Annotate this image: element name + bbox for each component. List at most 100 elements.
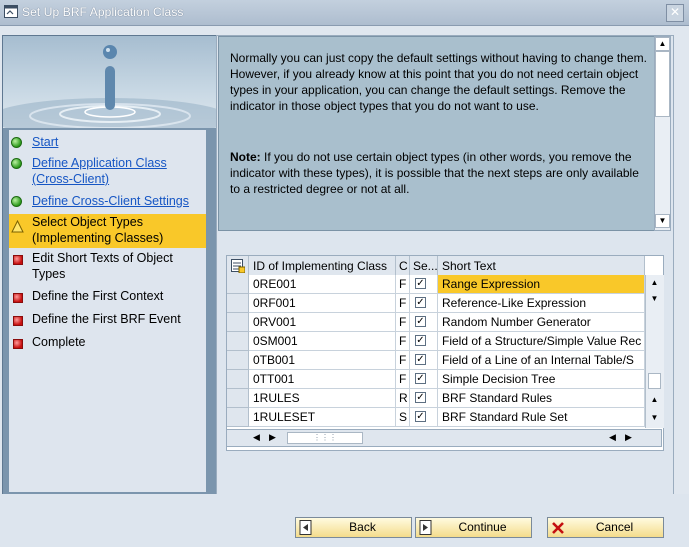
- checkbox[interactable]: ✓: [415, 373, 426, 384]
- step-define-first-brf-event[interactable]: Define the First BRF Event: [9, 311, 206, 329]
- table-row[interactable]: 0SM001 F ✓ Field of a Structure/Simple V…: [227, 332, 645, 351]
- cell-short-text: Simple Decision Tree: [438, 370, 645, 389]
- checkbox[interactable]: ✓: [415, 297, 426, 308]
- scroll-down-button[interactable]: ▼: [655, 214, 670, 228]
- scroll-up-button[interactable]: ▲: [655, 37, 670, 51]
- scroll-up-button[interactable]: ▲: [647, 277, 662, 291]
- title-bar: Set Up BRF Application Class ✕: [0, 0, 689, 26]
- cell-se: ✓: [410, 313, 438, 332]
- info-note: Note: If you do not use certain object t…: [230, 149, 650, 197]
- scroll-down-button[interactable]: ▼: [647, 293, 662, 307]
- step-label: Define the First Context: [32, 289, 164, 303]
- checkbox[interactable]: ✓: [415, 392, 426, 403]
- window-title: Set Up BRF Application Class: [22, 5, 184, 19]
- back-icon: [299, 520, 312, 535]
- arrow-down-icon: ▼: [650, 413, 659, 422]
- cell-c: F: [396, 294, 410, 313]
- table-vscrollbar[interactable]: ▲ ▼ ▲ ▼: [645, 275, 664, 428]
- table-row[interactable]: 0TB001 F ✓ Field of a Line of an Interna…: [227, 351, 645, 370]
- step-label: Define Cross-Client Settings: [32, 194, 190, 208]
- col-header-c[interactable]: C: [396, 256, 410, 276]
- step-label: Define Application Class (Cross-Client): [32, 156, 167, 186]
- arrow-left-icon[interactable]: ◀: [253, 432, 260, 443]
- table-row[interactable]: 0RE001 F ✓ Range Expression: [227, 275, 645, 294]
- step-done-icon: [11, 158, 24, 171]
- back-button[interactable]: Back: [295, 517, 412, 538]
- arrow-right-icon[interactable]: ▶: [625, 432, 632, 443]
- object-types-table: ID of Implementing Class C Se... Short T…: [226, 255, 664, 451]
- table-row[interactable]: 1RULESET S ✓ BRF Standard Rule Set: [227, 408, 645, 427]
- back-label: Back: [349, 520, 376, 534]
- step-todo-icon: [11, 314, 24, 327]
- cell-id: 1RULESET: [249, 408, 396, 427]
- continue-label: Continue: [458, 520, 507, 534]
- scroll-thumb[interactable]: ⋮⋮⋮: [287, 432, 363, 444]
- cell-se: ✓: [410, 408, 438, 427]
- cell-se: ✓: [410, 294, 438, 313]
- step-done-icon: [11, 137, 24, 150]
- arrow-right-icon[interactable]: ▶: [269, 432, 276, 443]
- cell-se: ✓: [410, 332, 438, 351]
- row-selector[interactable]: [227, 351, 249, 370]
- roadmap-steps: Start Define Application Class (Cross-Cl…: [9, 130, 206, 492]
- col-header-se[interactable]: Se...: [410, 256, 438, 276]
- cancel-label: Cancel: [595, 520, 634, 534]
- cell-short-text: Field of a Structure/Simple Value Rec: [438, 332, 645, 351]
- arrow-up-icon: ▲: [650, 278, 659, 287]
- cell-short-text: Range Expression: [438, 275, 645, 294]
- row-selector[interactable]: [227, 313, 249, 332]
- cell-short-text: BRF Standard Rule Set: [438, 408, 645, 427]
- cell-id: 0TT001: [249, 370, 396, 389]
- step-select-object-types[interactable]: Select Object Types (Implementing Classe…: [9, 214, 206, 248]
- col-header-short-text[interactable]: Short Text: [438, 256, 645, 276]
- step-edit-short-texts[interactable]: Edit Short Texts of Object Types: [9, 250, 206, 284]
- select-all-button[interactable]: [227, 256, 249, 276]
- scroll-down-button[interactable]: ▼: [647, 412, 662, 426]
- step-complete[interactable]: Complete: [9, 334, 206, 352]
- row-selector[interactable]: [227, 332, 249, 351]
- continue-icon: [419, 520, 432, 535]
- row-selector[interactable]: [227, 408, 249, 427]
- arrow-left-icon[interactable]: ◀: [609, 432, 616, 443]
- step-todo-icon: [11, 291, 24, 304]
- checkbox[interactable]: ✓: [415, 354, 426, 365]
- scroll-up-button[interactable]: ▲: [647, 394, 662, 408]
- step-define-cross-client-settings[interactable]: Define Cross-Client Settings: [9, 193, 206, 211]
- row-selector[interactable]: [227, 370, 249, 389]
- scroll-thumb[interactable]: [648, 373, 661, 389]
- step-start[interactable]: Start: [9, 134, 206, 152]
- scroll-thumb[interactable]: [655, 51, 670, 117]
- table-row[interactable]: 0RF001 F ✓ Reference-Like Expression: [227, 294, 645, 313]
- row-selector[interactable]: [227, 275, 249, 294]
- roadmap-panel: Start Define Application Class (Cross-Cl…: [2, 35, 217, 495]
- info-scrollbar[interactable]: ▲ ▼: [654, 36, 671, 231]
- table-hscrollbar[interactable]: ◀ ▶ ⋮⋮⋮ ◀ ▶: [226, 429, 662, 447]
- cell-short-text: Random Number Generator: [438, 313, 645, 332]
- cancel-button[interactable]: Cancel: [547, 517, 664, 538]
- table-row[interactable]: 1RULES R ✓ BRF Standard Rules: [227, 389, 645, 408]
- checkbox[interactable]: ✓: [415, 411, 426, 422]
- info-paragraph: Normally you can just copy the default s…: [230, 51, 647, 113]
- step-todo-icon: [11, 253, 24, 266]
- cell-id: 0SM001: [249, 332, 396, 351]
- col-header-id[interactable]: ID of Implementing Class: [249, 256, 396, 276]
- cell-c: F: [396, 332, 410, 351]
- cell-c: S: [396, 408, 410, 427]
- step-label: Edit Short Texts of Object Types: [32, 251, 173, 281]
- step-define-first-context[interactable]: Define the First Context: [9, 288, 206, 306]
- checkbox[interactable]: ✓: [415, 335, 426, 346]
- arrow-down-icon: ▼: [658, 216, 667, 225]
- checkbox[interactable]: ✓: [415, 278, 426, 289]
- table-row[interactable]: 0TT001 F ✓ Simple Decision Tree: [227, 370, 645, 389]
- step-label: Select Object Types (Implementing Classe…: [32, 215, 164, 245]
- table-row[interactable]: 0RV001 F ✓ Random Number Generator: [227, 313, 645, 332]
- note-text: If you do not use certain object types (…: [230, 150, 639, 196]
- step-label: Start: [32, 135, 59, 149]
- row-selector[interactable]: [227, 294, 249, 313]
- row-selector[interactable]: [227, 389, 249, 408]
- cell-id: 0TB001: [249, 351, 396, 370]
- checkbox[interactable]: ✓: [415, 316, 426, 327]
- step-define-application-class[interactable]: Define Application Class (Cross-Client): [9, 155, 206, 189]
- close-button[interactable]: ✕: [666, 4, 684, 22]
- continue-button[interactable]: Continue: [415, 517, 532, 538]
